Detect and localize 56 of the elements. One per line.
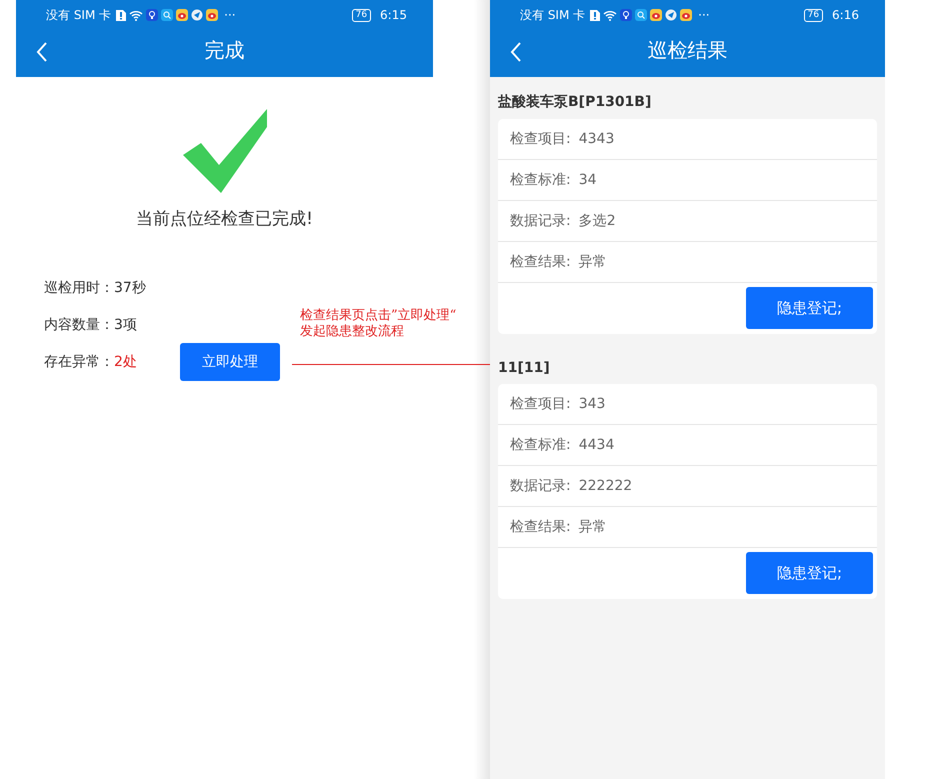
field-value: 4343 — [578, 131, 614, 147]
group-title: 盐酸装车泵B[P1301B] — [498, 93, 652, 112]
clock-text: 6:16 — [832, 8, 859, 22]
more-text: ··· — [698, 8, 710, 22]
battery-icon: 76 — [804, 8, 824, 22]
field-label: 检查标准: — [510, 171, 571, 189]
stat-value: 3项 — [114, 316, 137, 334]
register-hazard-button[interactable]: 隐患登记; — [746, 287, 873, 329]
wifi-icon — [129, 10, 144, 20]
clock-text: 6:15 — [380, 8, 407, 22]
stat-label: 内容数量： — [44, 316, 114, 334]
bulb-app-icon — [146, 9, 158, 21]
field-label: 检查结果: — [510, 253, 571, 271]
field-value: 多选2 — [578, 212, 616, 230]
group-title: 11[11] — [498, 359, 551, 378]
stat-label: 存在异常： — [44, 353, 114, 371]
completion-message: 当前点位经检查已完成! — [136, 208, 313, 230]
field-value: 异常 — [578, 518, 607, 536]
field-label: 数据记录: — [510, 477, 571, 495]
eye-app-icon — [206, 9, 218, 21]
field-label: 检查结果: — [510, 518, 571, 536]
search-app-icon — [635, 9, 648, 21]
sim-alert-icon — [590, 9, 600, 21]
stat-value: 37秒 — [114, 279, 146, 297]
wifi-icon — [603, 10, 618, 20]
back-icon[interactable] — [510, 42, 522, 62]
stat-value: 2处 — [114, 353, 137, 371]
search-app-icon — [161, 9, 174, 21]
field-label: 数据记录: — [510, 212, 571, 230]
handle-now-button[interactable]: 立即处理 — [180, 343, 280, 381]
register-hazard-button[interactable]: 隐患登记; — [746, 552, 873, 594]
eye-app-icon — [176, 9, 188, 21]
field-label: 检查项目: — [510, 130, 571, 148]
eye-app-icon — [650, 9, 662, 21]
sim-alert-icon — [116, 9, 126, 21]
field-label: 检查项目: — [510, 395, 571, 413]
more-text: ··· — [224, 8, 236, 22]
annotation-text: 检查结果页点击”立即处理“ 发起隐患整改流程 — [300, 308, 456, 340]
globe-app-icon — [665, 9, 678, 21]
page-title: 巡检结果 — [648, 37, 728, 64]
back-icon[interactable] — [36, 42, 48, 62]
field-label: 检查标准: — [510, 436, 571, 454]
globe-app-icon — [191, 9, 204, 21]
field-value: 222222 — [578, 478, 632, 494]
battery-icon: 76 — [352, 8, 372, 22]
carrier-text: 没有 SIM 卡 — [520, 6, 586, 24]
eye-app-icon — [680, 9, 692, 21]
field-value: 4434 — [578, 437, 614, 453]
stat-label: 巡检用时： — [44, 279, 114, 297]
carrier-text: 没有 SIM 卡 — [46, 6, 112, 24]
page-title: 完成 — [204, 37, 244, 64]
field-value: 34 — [578, 172, 597, 188]
field-value: 异常 — [578, 253, 607, 271]
checkmark-icon — [182, 109, 266, 193]
field-value: 343 — [578, 396, 606, 412]
bulb-app-icon — [620, 9, 632, 21]
